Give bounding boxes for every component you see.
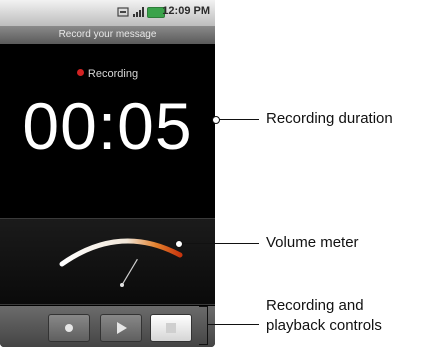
volume-callout-line xyxy=(182,243,259,244)
status-clock: 12:09 PM xyxy=(162,5,210,17)
recording-timer: 00:05 xyxy=(22,89,193,163)
duration-callout-dot xyxy=(212,116,220,124)
volume-meter-panel xyxy=(0,218,215,305)
volume-meter-pivot xyxy=(120,283,124,287)
record-icon xyxy=(65,324,73,332)
recording-dot-icon xyxy=(76,69,84,76)
stop-button[interactable] xyxy=(150,314,192,342)
controls-bracket xyxy=(199,306,208,345)
usb-icon xyxy=(117,7,129,17)
volume-meter xyxy=(59,238,183,287)
controls-bar xyxy=(0,306,215,347)
status-icons xyxy=(117,6,165,18)
stop-icon xyxy=(166,323,176,333)
title-bar: Record your message xyxy=(0,26,215,44)
controls-label-line2: playback controls xyxy=(266,317,382,334)
volume-meter-needle xyxy=(121,258,138,286)
phone-screen: 12:09 PM Record your message Recording 0… xyxy=(0,0,215,347)
play-icon xyxy=(117,322,127,334)
signal-icon xyxy=(133,7,144,17)
play-button[interactable] xyxy=(100,314,142,342)
duration-callout-line xyxy=(219,119,259,120)
status-bar: 12:09 PM xyxy=(0,0,215,26)
recording-status: Recording xyxy=(0,68,215,80)
volume-callout-dot xyxy=(175,240,183,248)
recording-duration-label: Recording duration xyxy=(266,110,393,127)
record-button[interactable] xyxy=(48,314,90,342)
controls-label-line1: Recording and xyxy=(266,297,364,314)
volume-meter-arc xyxy=(59,238,183,267)
recording-status-label: Recording xyxy=(87,68,139,80)
controls-callout-line xyxy=(208,324,259,325)
volume-meter-label: Volume meter xyxy=(266,234,359,251)
